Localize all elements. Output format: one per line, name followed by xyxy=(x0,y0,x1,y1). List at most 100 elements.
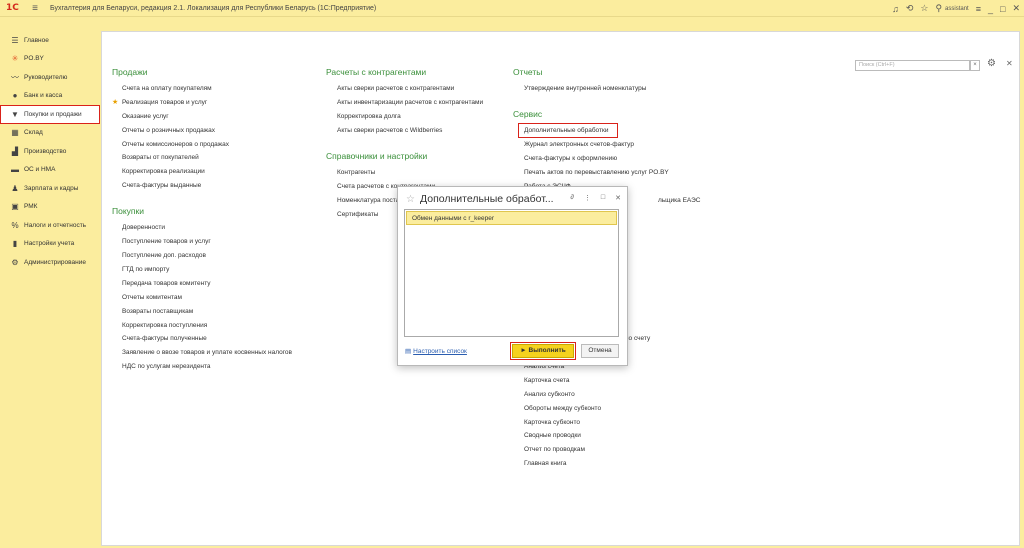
link-services[interactable]: Оказание услуг xyxy=(122,113,169,120)
asterisk-icon: ✳ xyxy=(11,54,19,64)
favorite-star-icon[interactable]: ☆ xyxy=(406,194,415,205)
sidebar-item-salary[interactable]: ♟ Зарплата и кадры xyxy=(0,179,100,198)
link-internal-nomenclature[interactable]: Утверждение внутренней номенклатуры xyxy=(524,85,646,92)
favorites-icon[interactable]: ☆ xyxy=(920,3,928,14)
search-clear-button[interactable]: × xyxy=(970,60,980,71)
link-received-invoices[interactable]: Счета-фактуры полученные xyxy=(122,335,207,342)
close-icon[interactable]: ✕ xyxy=(615,194,621,202)
link-summary-postings[interactable]: Сводные проводки xyxy=(524,432,581,439)
sidebar-item-rmk[interactable]: ▣ РМК xyxy=(0,198,100,217)
sidebar-item-bank[interactable]: ● Банк и касса xyxy=(0,87,100,106)
sidebar-item-assets[interactable]: ▬ ОС и НМА xyxy=(0,161,100,180)
menu-icon[interactable]: ≡ xyxy=(28,3,42,14)
link-eaeu-report-partial[interactable]: льщика ЕАЭС xyxy=(658,197,700,204)
close-window-icon[interactable]: ✕ xyxy=(1012,3,1020,14)
minimize-icon[interactable]: _ xyxy=(988,4,993,14)
sidebar-item-purchases-sales[interactable]: ▼ Покупки и продажи xyxy=(0,105,100,124)
link-supplier-returns[interactable]: Возвраты поставщикам xyxy=(122,308,193,315)
link-buyer-returns[interactable]: Возвраты от покупателей xyxy=(122,154,199,161)
link-nonresident-vat[interactable]: НДС по услугам нерезидента xyxy=(122,363,211,370)
link-icon[interactable]: ∂ xyxy=(570,194,573,202)
link-subconto-card[interactable]: Карточка субконто xyxy=(524,419,580,426)
window-title: Бухгалтерия для Беларуси, редакция 2.1. … xyxy=(50,4,377,12)
link-power-of-attorney[interactable]: Доверенности xyxy=(122,224,165,231)
section-title-settlements: Расчеты с контрагентами xyxy=(326,67,427,77)
section-title-reports: Отчеты xyxy=(513,67,543,77)
link-import-gtd[interactable]: ГТД по импорту xyxy=(122,266,169,273)
sidebar-item-admin[interactable]: ⚙ Администрирование xyxy=(0,253,100,272)
section-title-directories: Справочники и настройки xyxy=(326,151,428,161)
link-account-card[interactable]: Карточка счета xyxy=(524,377,570,384)
additional-processing-dialog: ☆ Дополнительные обработ... ∂ ⋮ □ ✕ Обме… xyxy=(397,186,628,366)
link-retail-reports[interactable]: Отчеты о розничных продажах xyxy=(122,127,215,134)
link-certificates[interactable]: Сертификаты xyxy=(337,211,378,218)
sidebar-item-poby[interactable]: ✳ PO.BY xyxy=(0,50,100,69)
link-invoices-to-issue[interactable]: Счета-фактуры к оформлению xyxy=(524,155,617,162)
title-bar: 1С ≡ Бухгалтерия для Беларуси, редакция … xyxy=(0,0,1024,17)
list-item[interactable]: Обмен данными с r_keeper xyxy=(406,211,617,225)
sidebar-item-main[interactable]: ☰ Главное xyxy=(0,31,100,50)
link-counterparties[interactable]: Контрагенты xyxy=(337,169,375,176)
link-import-tax-statement[interactable]: Заявление о ввозе товаров и уплате косве… xyxy=(122,349,292,356)
link-sales-of-goods[interactable]: Реализация товаров и услуг xyxy=(122,99,207,106)
panel-settings-icon[interactable]: ⚙ xyxy=(987,58,996,69)
processing-list[interactable]: Обмен данными с r_keeper xyxy=(404,209,619,337)
link-extra-costs[interactable]: Поступление доп. расходов xyxy=(122,252,206,259)
link-general-ledger[interactable]: Главная книга xyxy=(524,460,566,467)
panel-close-icon[interactable]: ✕ xyxy=(1006,59,1013,68)
sidebar: ☰ Главное ✳ PO.BY 〰 Руководителю ● Банк и ка… xyxy=(0,31,100,548)
link-account-partial[interactable]: по счету xyxy=(625,335,650,342)
coin-icon: ● xyxy=(12,91,18,101)
section-title-service: Сервис xyxy=(513,109,543,119)
search-icon[interactable]: ⚲ xyxy=(935,3,942,14)
cancel-button[interactable]: Отмена xyxy=(581,344,619,358)
link-additional-processing[interactable]: Дополнительные обработки xyxy=(524,127,608,134)
more-menu-icon[interactable]: ⋮ xyxy=(584,194,591,202)
history-icon[interactable]: ⟲ xyxy=(906,3,914,14)
sidebar-item-warehouse[interactable]: ▦ Склад xyxy=(0,124,100,143)
link-wildberries-acts[interactable]: Акты сверки расчетов с Wildberries xyxy=(337,127,442,134)
gear-icon: ⚙ xyxy=(11,257,19,267)
link-sales-adjustment[interactable]: Корректировка реализации xyxy=(122,168,205,175)
link-reconciliation-acts[interactable]: Акты сверки расчетов с контрагентами xyxy=(337,85,454,92)
link-einvoice-journal[interactable]: Журнал электронных счетов-фактур xyxy=(524,141,634,148)
run-button[interactable]: ► Выполнить xyxy=(510,342,576,360)
sidebar-item-production[interactable]: ▟ Производство xyxy=(0,142,100,161)
maximize-icon[interactable]: □ xyxy=(601,194,605,202)
warehouse-icon: ▦ xyxy=(11,128,19,138)
list-icon: ☰ xyxy=(11,35,19,45)
maximize-icon[interactable]: □ xyxy=(1000,4,1005,14)
link-inventory-acts[interactable]: Акты инвентаризации расчетов с контраген… xyxy=(337,99,483,106)
link-postings-report[interactable]: Отчет по проводкам xyxy=(524,446,585,453)
bell-icon[interactable]: ♫ xyxy=(892,4,899,14)
sidebar-item-label: Производство xyxy=(24,147,67,155)
user-name[interactable]: assistant xyxy=(945,6,969,12)
sidebar-item-label: Банк и касса xyxy=(24,92,63,100)
section-title-purchases: Покупки xyxy=(112,206,144,216)
sidebar-item-label: Налоги и отчетность xyxy=(24,221,87,229)
link-committent-reports[interactable]: Отчеты комитентам xyxy=(122,294,182,301)
link-debt-adjustment[interactable]: Корректировка долга xyxy=(337,113,401,120)
link-transfer-to-committent[interactable]: Передача товаров комитенту xyxy=(122,280,211,287)
sidebar-item-settings[interactable]: ▮ Настройки учета xyxy=(0,235,100,254)
cart-icon: ▼ xyxy=(11,109,19,119)
link-reexposure-acts[interactable]: Печать актов по перевыставлению услуг PO… xyxy=(524,169,669,176)
sidebar-item-label: Склад xyxy=(24,129,43,137)
settings-menu-icon[interactable]: ≡ xyxy=(976,4,981,14)
sidebar-item-taxes[interactable]: % Налоги и отчетность xyxy=(0,216,100,235)
dialog-title: Дополнительные обработ... xyxy=(420,193,554,205)
link-goods-receipt[interactable]: Поступление товаров и услуг xyxy=(122,238,211,245)
search-input[interactable]: Поиск (Ctrl+F) xyxy=(855,60,970,71)
link-invoices-to-buyers[interactable]: Счета на оплату покупателям xyxy=(122,85,212,92)
link-commission-reports[interactable]: Отчеты комиссионеров о продажах xyxy=(122,141,229,148)
sidebar-item-label: PO.BY xyxy=(24,55,44,63)
configure-icon: ▤ xyxy=(405,348,412,355)
link-subconto-turnover[interactable]: Обороты между субконто xyxy=(524,405,601,412)
sidebar-item-manager[interactable]: 〰 Руководителю xyxy=(0,68,100,87)
link-issued-invoices[interactable]: Счета-фактуры выданные xyxy=(122,182,201,189)
favorite-star-icon[interactable]: ★ xyxy=(112,98,118,106)
book-icon: ▮ xyxy=(12,239,18,249)
link-subconto-analysis[interactable]: Анализ субконто xyxy=(524,391,575,398)
configure-list-link[interactable]: ▤ Настроить список xyxy=(405,347,467,355)
link-receipt-adjustment[interactable]: Корректировка поступления xyxy=(122,322,207,329)
